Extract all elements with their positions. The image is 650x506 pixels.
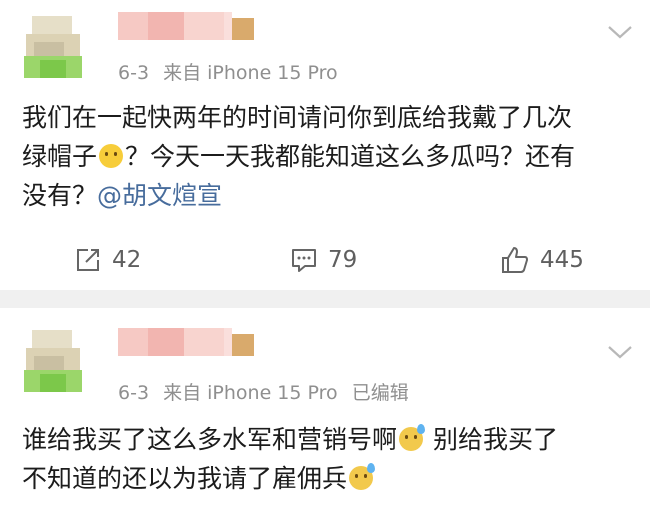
post-source: 来自 iPhone 15 Pro <box>163 382 338 404</box>
sweat-icon <box>399 424 426 451</box>
post-meta: 6-3 来自 iPhone 15 Pro <box>118 58 346 85</box>
content-line: 绿帽子 ？今天一天我都能知道这么多瓜吗？还有 <box>22 142 576 171</box>
avatar[interactable] <box>22 330 84 392</box>
content-line: 没有？@胡文煊宣 <box>22 181 223 210</box>
thumbs-up-icon <box>502 247 528 273</box>
edited-label: 已编辑 <box>351 382 409 404</box>
post-source: 来自 iPhone 15 Pro <box>163 62 338 84</box>
chevron-down-icon[interactable] <box>606 22 634 42</box>
action-bar: 42 79 445 <box>0 240 650 280</box>
smile-icon <box>99 144 124 168</box>
post-content: 我们在一起快两年的时间请问你到底给我戴了几次 绿帽子 ？今天一天我都能知道这么多瓜… <box>22 98 632 215</box>
content-line: 谁给我买了这么多水军和营销号啊 别给我买了 <box>22 424 558 454</box>
content-line: 我们在一起快两年的时间请问你到底给我戴了几次 <box>22 103 573 132</box>
post-content: 谁给我买了这么多水军和营销号啊 别给我买了 不知道的还以为我请了雇佣兵 <box>22 420 632 498</box>
weibo-post: 6-3 来自 iPhone 15 Pro 我们在一起快两年的时间请问你到底给我戴… <box>0 0 650 290</box>
comment-button[interactable]: 79 <box>290 240 357 280</box>
repost-icon <box>77 249 99 271</box>
repost-button[interactable]: 42 <box>74 240 141 280</box>
avatar[interactable] <box>22 16 84 78</box>
post-divider <box>0 290 650 308</box>
like-count: 445 <box>540 247 584 273</box>
post-date: 6-3 <box>118 62 150 84</box>
comment-icon <box>292 249 316 272</box>
chevron-down-icon[interactable] <box>606 342 634 362</box>
mention-link[interactable]: @胡文煊宣 <box>97 181 222 210</box>
username-blurred[interactable] <box>118 328 268 356</box>
content-line: 不知道的还以为我请了雇佣兵 <box>22 459 632 498</box>
repost-count: 42 <box>112 247 142 273</box>
comment-count: 79 <box>328 247 358 273</box>
username-blurred[interactable] <box>118 12 268 40</box>
like-button[interactable]: 445 <box>500 240 584 280</box>
post-meta: 6-3 来自 iPhone 15 Pro 已编辑 <box>118 378 417 405</box>
weibo-post: 6-3 来自 iPhone 15 Pro 已编辑 谁给我买了这么多水军和营销号啊… <box>0 308 650 506</box>
sweat-icon <box>349 463 376 490</box>
post-date: 6-3 <box>118 382 150 404</box>
